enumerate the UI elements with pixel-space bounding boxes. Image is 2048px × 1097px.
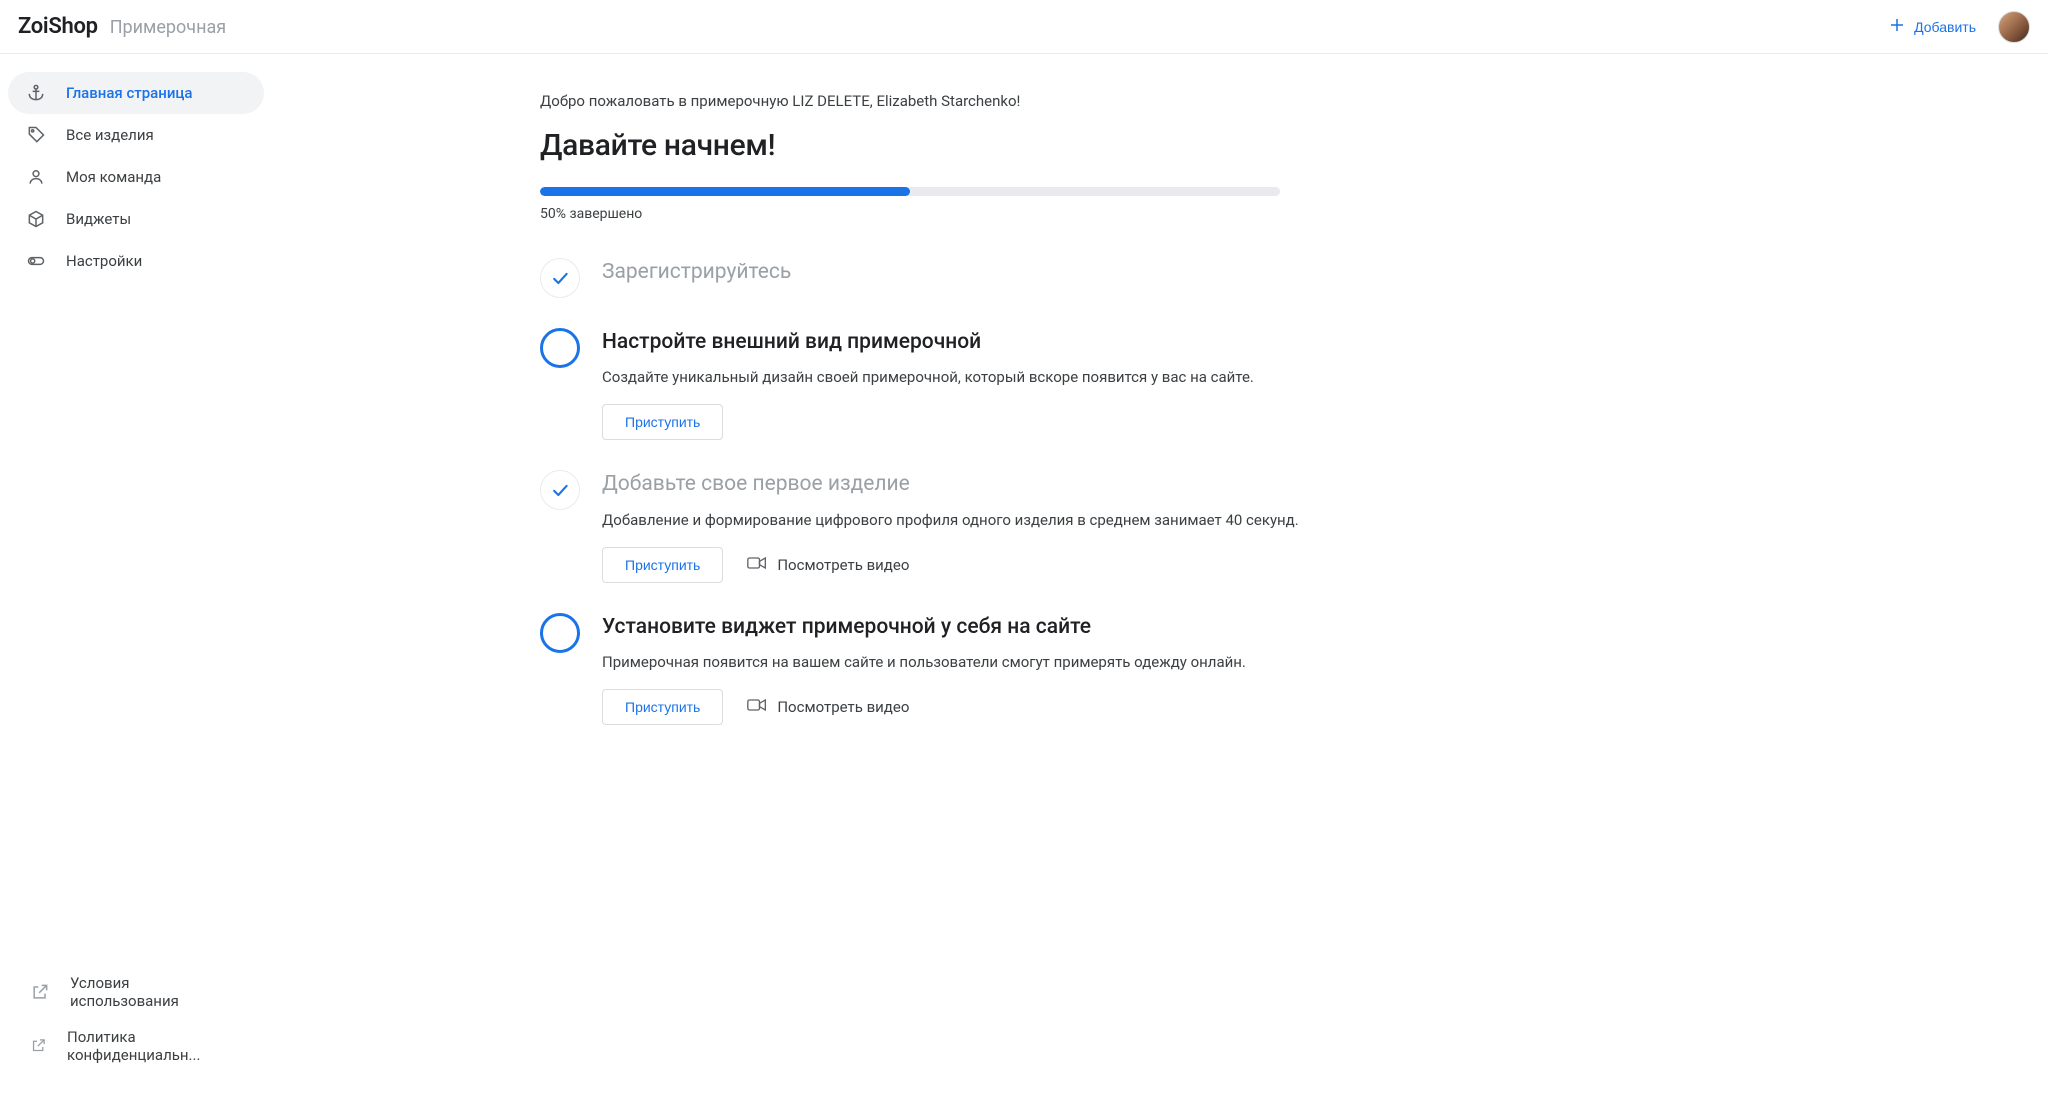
- step-description: Добавление и формирование цифрового проф…: [602, 510, 1480, 531]
- sidebar-item-label: Моя команда: [66, 168, 161, 186]
- sidebar-item-home[interactable]: Главная страница: [8, 72, 264, 114]
- footer-link-terms[interactable]: Условия использования: [12, 965, 260, 1019]
- circle-icon: [540, 613, 580, 653]
- external-link-icon: [30, 982, 50, 1002]
- step-title: Установите виджет примерочной у себя на …: [602, 613, 1480, 642]
- toggle-icon: [26, 251, 46, 271]
- step-title: Настройте внешний вид примерочной: [602, 328, 1480, 357]
- video-icon: [747, 698, 767, 716]
- sidebar-item-widgets[interactable]: Виджеты: [8, 198, 264, 240]
- start-button[interactable]: Приступить: [602, 404, 723, 440]
- sidebar-item-settings[interactable]: Настройки: [8, 240, 264, 282]
- external-link-icon: [30, 1036, 47, 1056]
- avatar[interactable]: [1998, 11, 2030, 43]
- sidebar-item-label: Настройки: [66, 252, 142, 270]
- footer-link-label: Условия использования: [70, 974, 242, 1010]
- add-button[interactable]: Добавить: [1880, 10, 1984, 43]
- header-left: ZoiShop Примерочная: [18, 14, 226, 39]
- box-icon: [26, 209, 46, 229]
- step-title: Добавьте свое первое изделие: [602, 470, 1480, 499]
- footer-link-label: Политика конфиденциальн...: [67, 1028, 242, 1064]
- main-content: Добро пожаловать в примерочную LIZ DELET…: [500, 54, 1520, 1097]
- sidebar-nav: Главная страница Все изделия Моя команда…: [8, 72, 264, 965]
- watch-video-label: Посмотреть видео: [777, 698, 909, 716]
- watch-video-link[interactable]: Посмотреть видео: [747, 698, 909, 716]
- step-description: Создайте уникальный дизайн своей примеро…: [602, 367, 1480, 388]
- sidebar-item-label: Главная страница: [66, 84, 193, 102]
- progress-fill: [540, 187, 910, 196]
- sidebar-footer: Условия использования Политика конфиденц…: [8, 965, 264, 1079]
- start-button[interactable]: Приступить: [602, 547, 723, 583]
- step-description: Примерочная появится на вашем сайте и по…: [602, 652, 1480, 673]
- step-register: Зарегистрируйтесь: [540, 258, 1480, 298]
- start-button[interactable]: Приступить: [602, 689, 723, 725]
- step-title: Зарегистрируйтесь: [602, 258, 1480, 287]
- onboarding-steps: Зарегистрируйтесь Настройте внешний вид …: [540, 258, 1480, 725]
- sidebar-item-team[interactable]: Моя команда: [8, 156, 264, 198]
- step-install-widget: Установите виджет примерочной у себя на …: [540, 613, 1480, 725]
- video-icon: [747, 556, 767, 574]
- watch-video-link[interactable]: Посмотреть видео: [747, 556, 909, 574]
- sidebar-item-label: Виджеты: [66, 210, 131, 228]
- add-button-label: Добавить: [1914, 19, 1976, 35]
- sidebar-item-label: Все изделия: [66, 126, 154, 144]
- watch-video-label: Посмотреть видео: [777, 556, 909, 574]
- progress-bar: [540, 187, 1280, 196]
- anchor-icon: [26, 83, 46, 103]
- footer-link-privacy[interactable]: Политика конфиденциальн...: [12, 1019, 260, 1073]
- sidebar: Главная страница Все изделия Моя команда…: [0, 54, 270, 1097]
- step-customize: Настройте внешний вид примерочной Создай…: [540, 328, 1480, 440]
- progress-label: 50% завершено: [540, 206, 1480, 222]
- check-icon: [540, 470, 580, 510]
- circle-icon: [540, 328, 580, 368]
- section-title: Примерочная: [110, 17, 226, 38]
- header-right: Добавить: [1880, 10, 2030, 43]
- page-title: Давайте начнем!: [540, 128, 1480, 163]
- sidebar-item-products[interactable]: Все изделия: [8, 114, 264, 156]
- check-icon: [540, 258, 580, 298]
- tag-icon: [26, 125, 46, 145]
- brand-logo: ZoiShop: [18, 14, 98, 39]
- plus-icon: [1888, 16, 1906, 37]
- app-header: ZoiShop Примерочная Добавить: [0, 0, 2048, 54]
- step-add-product: Добавьте свое первое изделие Добавление …: [540, 470, 1480, 582]
- user-icon: [26, 167, 46, 187]
- welcome-text: Добро пожаловать в примерочную LIZ DELET…: [540, 92, 1480, 110]
